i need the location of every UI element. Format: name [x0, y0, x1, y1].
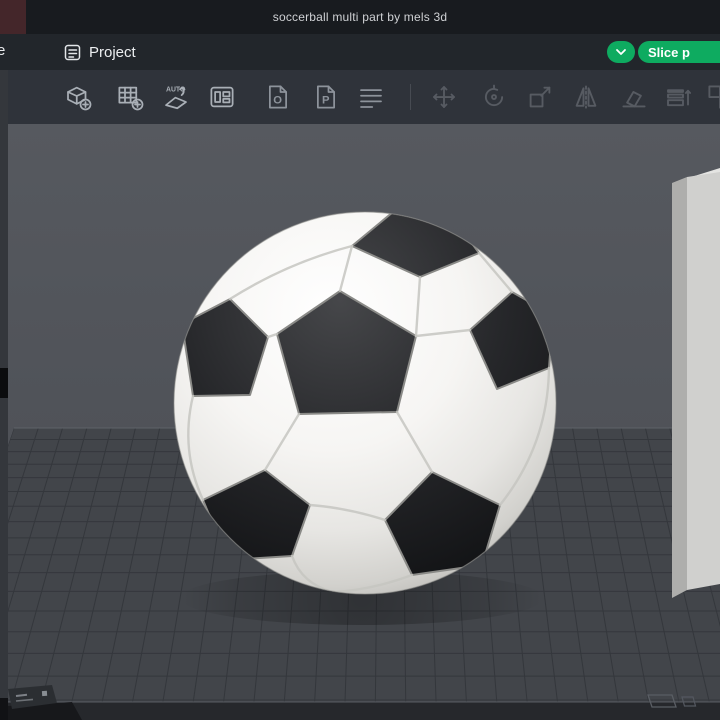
svg-text:P: P [322, 94, 330, 106]
move-tool-button[interactable] [427, 80, 461, 114]
slice-button-group: Slice p [607, 41, 720, 63]
app-accent-block [0, 0, 26, 34]
box-front-face [687, 172, 720, 590]
arrange-icon [210, 86, 234, 108]
add-object-icon [67, 86, 92, 111]
svg-text:O: O [273, 94, 282, 106]
title-bar: soccerball multi part by mels 3d [0, 0, 720, 34]
scale-icon [529, 86, 551, 108]
viewport-toolbar: AUTO O P [8, 70, 720, 124]
tab-prepare-partial[interactable]: e [0, 42, 5, 59]
toolbar-separator [410, 84, 411, 110]
scale-tool-button[interactable] [523, 80, 557, 114]
window-title: soccerball multi part by mels 3d [272, 10, 448, 24]
add-object-button[interactable] [61, 80, 95, 114]
rotate-icon [484, 84, 504, 107]
mirror-tool-button[interactable] [569, 80, 603, 114]
variable-layer-height-button[interactable] [661, 80, 695, 114]
split-to-objects-icon: O [269, 85, 287, 109]
project-icon [64, 44, 81, 60]
panel-collapse-handle[interactable] [0, 368, 8, 398]
split-to-objects-button[interactable]: O [261, 80, 295, 114]
variable-layer-height-icon [667, 89, 692, 107]
gray-box-model[interactable] [672, 168, 720, 598]
lay-on-face-button[interactable] [617, 80, 651, 114]
soccer-ball-model[interactable] [173, 211, 557, 595]
auto-orient-icon: AUTO [165, 86, 187, 110]
object-list-icon [360, 89, 382, 108]
lay-on-face-icon [622, 91, 646, 108]
left-panel-edge [0, 70, 8, 720]
split-model-icon [708, 85, 720, 109]
plate-front-face [8, 702, 720, 720]
arrange-button[interactable] [205, 80, 239, 114]
add-plate-button[interactable] [113, 80, 147, 114]
mirror-icon [575, 85, 597, 109]
split-model-button[interactable] [703, 80, 720, 114]
tab-project[interactable]: Project [64, 39, 136, 65]
tab-project-label: Project [89, 43, 136, 61]
app-window: soccerball multi part by mels 3d e Proje… [0, 0, 720, 720]
add-plate-icon [118, 86, 144, 111]
panel-edge-bottom [0, 698, 8, 720]
auto-orient-button[interactable]: AUTO [159, 80, 193, 114]
chevron-down-icon [616, 49, 626, 55]
slice-dropdown-button[interactable] [607, 41, 635, 63]
slice-plate-label: Slice p [648, 44, 690, 60]
object-list-button[interactable] [354, 80, 388, 114]
rotate-tool-button[interactable] [477, 80, 511, 114]
move-icon [433, 86, 455, 108]
split-to-parts-icon: P [317, 85, 335, 109]
box-side-face [672, 177, 687, 598]
slice-plate-button[interactable]: Slice p [638, 41, 720, 63]
split-to-parts-button[interactable]: P [309, 80, 343, 114]
